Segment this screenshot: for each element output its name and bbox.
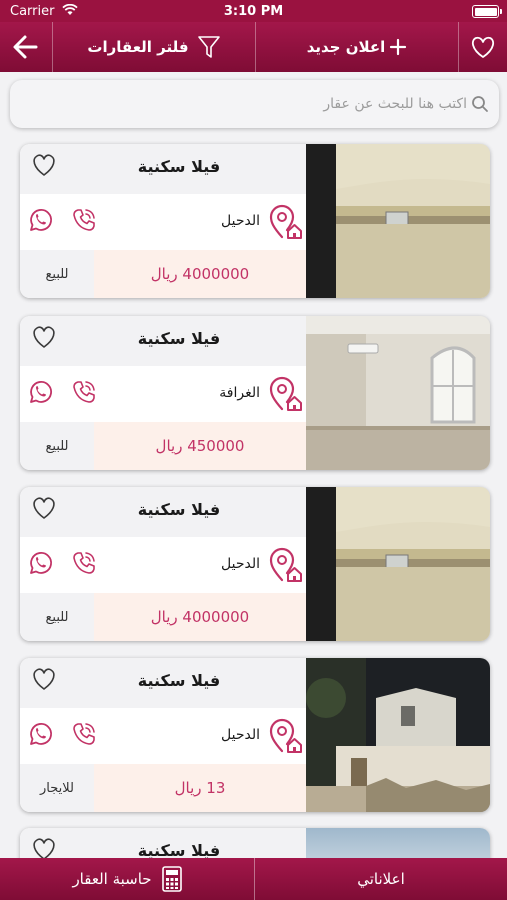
magnifier-icon bbox=[472, 96, 488, 112]
listing-title-row: فيلا سكنية bbox=[20, 658, 306, 708]
my-ads-button[interactable]: اعلاناتي bbox=[255, 858, 507, 900]
property-calculator-button[interactable]: حاسبة العقار bbox=[0, 858, 254, 900]
new-ad-label: اعلان جديد bbox=[306, 38, 386, 56]
listing-type: للايجار bbox=[20, 764, 94, 812]
phone-icon[interactable] bbox=[70, 378, 98, 406]
new-ad-button[interactable]: اعلان جديد bbox=[256, 22, 458, 72]
listing-location: الدحيل bbox=[221, 213, 260, 229]
phone-icon[interactable] bbox=[70, 206, 98, 234]
bottom-tab-bar: حاسبة العقار اعلاناتي bbox=[0, 858, 507, 900]
listing-price-row: للايجار 13 ريال bbox=[20, 764, 306, 812]
listing-card[interactable]: فيلا سكنية الدحيل للبيع 4000000 ريال bbox=[20, 144, 490, 298]
listing-card[interactable]: فيلا سكنية الغرافة للبيع 450000 ريال bbox=[20, 316, 490, 470]
my-ads-label: اعلاناتي bbox=[357, 870, 405, 888]
listing-contact-row: الدحيل bbox=[20, 194, 306, 250]
listing-price: 13 ريال bbox=[94, 764, 306, 812]
clock: 3:10 PM bbox=[223, 4, 284, 19]
listing-photo[interactable] bbox=[306, 316, 490, 470]
heart-icon[interactable] bbox=[30, 324, 58, 350]
back-arrow-icon bbox=[13, 35, 38, 59]
listing-type: للبيع bbox=[20, 250, 94, 298]
search-bar bbox=[10, 80, 499, 128]
calculator-icon bbox=[161, 866, 182, 892]
heart-icon[interactable] bbox=[30, 495, 58, 521]
listing-type: للبيع bbox=[20, 422, 94, 470]
listing-contact-row: الدحيل bbox=[20, 708, 306, 764]
calculator-label: حاسبة العقار bbox=[72, 870, 152, 888]
listing-contact-row: الغرافة bbox=[20, 366, 306, 422]
listing-title: فيلا سكنية bbox=[137, 157, 221, 176]
heart-icon bbox=[471, 36, 495, 58]
search-input[interactable] bbox=[20, 88, 467, 120]
filter-funnel-icon bbox=[197, 36, 220, 58]
favorites-button[interactable] bbox=[459, 22, 507, 72]
whatsapp-icon[interactable] bbox=[26, 206, 54, 234]
listing-card[interactable]: فيلا سكنية الدحيل للبيع 4000000 ريال bbox=[20, 487, 490, 641]
listing-location: الدحيل bbox=[221, 556, 260, 572]
listing-title-row: فيلا سكنية bbox=[20, 487, 306, 537]
listing-price: 4000000 ريال bbox=[94, 593, 306, 641]
whatsapp-icon[interactable] bbox=[26, 378, 54, 406]
whatsapp-icon[interactable] bbox=[26, 549, 54, 577]
listing-contact-row: الدحيل bbox=[20, 537, 306, 593]
location-pin-icon bbox=[269, 204, 302, 239]
listing-title-row: فيلا سكنية bbox=[20, 316, 306, 366]
listing-title: فيلا سكنية bbox=[137, 671, 221, 690]
listing-title: فيلا سكنية bbox=[137, 500, 221, 519]
battery-icon bbox=[472, 5, 502, 18]
back-button[interactable] bbox=[0, 22, 52, 72]
filter-properties-button[interactable]: فلتر العقارات bbox=[53, 22, 255, 72]
listing-photo[interactable] bbox=[306, 658, 490, 812]
status-bar: Carrier 3:10 PM bbox=[0, 0, 507, 22]
listing-price-row: للبيع 4000000 ريال bbox=[20, 250, 306, 298]
listing-location: الغرافة bbox=[219, 385, 260, 401]
listing-title: فيلا سكنية bbox=[137, 329, 221, 348]
listing-photo[interactable] bbox=[306, 487, 490, 641]
heart-icon[interactable] bbox=[30, 666, 58, 692]
heart-icon[interactable] bbox=[30, 152, 58, 178]
top-nav-bar: فلتر العقارات اعلان جديد bbox=[0, 22, 507, 72]
listing-price: 4000000 ريال bbox=[94, 250, 306, 298]
listing-photo[interactable] bbox=[306, 144, 490, 298]
phone-icon[interactable] bbox=[70, 720, 98, 748]
plus-icon bbox=[390, 38, 407, 56]
location-pin-icon bbox=[269, 376, 302, 411]
filter-label: فلتر العقارات bbox=[87, 38, 189, 56]
listing-card[interactable]: فيلا سكنية الدحيل للايجار 13 ريال bbox=[20, 658, 490, 812]
location-pin-icon bbox=[269, 547, 302, 582]
listing-price-row: للبيع 4000000 ريال bbox=[20, 593, 306, 641]
phone-icon[interactable] bbox=[70, 549, 98, 577]
listing-location: الدحيل bbox=[221, 727, 260, 743]
listing-title-row: فيلا سكنية bbox=[20, 144, 306, 194]
listing-price-row: للبيع 450000 ريال bbox=[20, 422, 306, 470]
listing-type: للبيع bbox=[20, 593, 94, 641]
whatsapp-icon[interactable] bbox=[26, 720, 54, 748]
listing-price: 450000 ريال bbox=[94, 422, 306, 470]
location-pin-icon bbox=[269, 718, 302, 753]
